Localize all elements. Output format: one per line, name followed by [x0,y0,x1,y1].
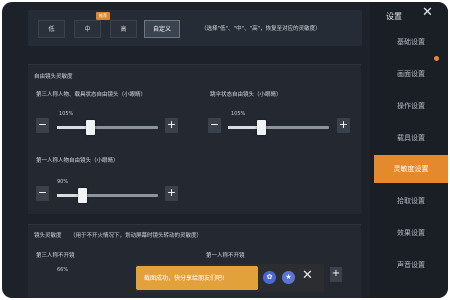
third-person-value: 105% [59,111,74,117]
preset-low-button[interactable]: 低 [38,20,65,38]
sidebar-item-controls[interactable]: 操作设置 [374,93,448,119]
sidebar-item-basic[interactable]: 基础设置 [374,29,448,55]
parachute-plus-button[interactable]: + [337,118,350,133]
lens-section-hint: （用于不开火情况下，划动屏幕时镜头转动的灵敏度） [70,233,203,239]
sidebar-item-pickup[interactable]: 拾取设置 [374,188,448,214]
parachute-value: 105% [231,111,246,117]
third-person-minus-button[interactable]: − [36,118,49,133]
qzone-share-icon[interactable]: ★ [282,271,295,284]
preset-medium-button[interactable]: 中 [74,20,101,38]
sidebar-item-graphics[interactable]: 画面设置 [374,61,448,87]
preset-custom-button[interactable]: 自定义 [144,20,180,38]
third-no-scope-label: 第三人称不开镜 [36,253,75,259]
first-no-scope-plus-button[interactable]: + [330,267,342,282]
parachute-slider[interactable] [228,120,329,135]
sidebar-item-effects[interactable]: 效果设置 [374,220,448,246]
sidebar-item-sensitivity[interactable]: 灵敏度设置 [374,155,448,183]
settings-screen: 低 中 推荐 高 自定义 （选择"低"、"中"、"高"，恢复至对应的灵敏度） 自… [2,2,448,298]
slider-thumb[interactable] [86,120,95,135]
screenshot-toast: 截图成功，快分享给朋友们吧! ✿ ★ ✕ [136,264,324,292]
sensitivity-preset-bar: 低 中 推荐 高 自定义 （选择"低"、"中"、"高"，恢复至对应的灵敏度） [28,10,362,46]
close-icon[interactable]: ✕ [422,5,433,20]
parachute-label: 跳伞状态自由镜头（小眼睛） [210,92,282,98]
first-person-minus-button[interactable]: − [36,186,49,201]
section-title: 自由镜头灵敏度 [34,74,73,80]
toast-message: 截图成功，快分享给朋友们吧! [136,266,258,290]
settings-sidebar: 设置 ✕ 基础设置 画面设置 操作设置 载具设置 灵敏度设置 拾取设置 效果设置… [370,2,448,298]
first-person-value: 90% [57,179,69,185]
free-camera-panel: 自由镜头灵敏度 第三人称人物、载具状态自由镜头（小眼睛） − 105% + 跳伞… [28,64,361,214]
lens-section-title: 镜头灵敏度 [34,233,62,239]
sidebar-title: 设置 [386,12,402,21]
slider-thumb[interactable] [257,120,266,135]
slider-thumb[interactable] [78,188,87,203]
preset-hint: （选择"低"、"中"、"高"，恢复至对应的灵敏度） [201,26,321,32]
sidebar-item-sound[interactable]: 声音设置 [374,252,448,278]
first-person-slider[interactable] [57,188,158,203]
qq-share-icon[interactable]: ✿ [263,271,276,284]
toast-close-icon[interactable]: ✕ [302,268,313,283]
recommended-badge: 推荐 [96,12,110,20]
third-person-slider[interactable] [57,120,158,135]
parachute-minus-button[interactable]: − [208,118,221,133]
sidebar-item-vehicle[interactable]: 载具设置 [374,125,448,151]
first-no-scope-label: 第一人称不开镜 [206,253,245,259]
third-no-scope-value: 66% [57,267,69,273]
first-person-plus-button[interactable]: + [165,186,178,201]
third-person-label: 第三人称人物、载具状态自由镜头（小眼睛） [36,92,147,98]
preset-high-button[interactable]: 高 [110,20,137,38]
first-person-label: 第一人称人物自由镜头（小眼睛） [36,158,119,164]
toast-text: 截图成功，快分享给朋友们吧! [144,275,225,282]
third-person-plus-button[interactable]: + [165,118,178,133]
